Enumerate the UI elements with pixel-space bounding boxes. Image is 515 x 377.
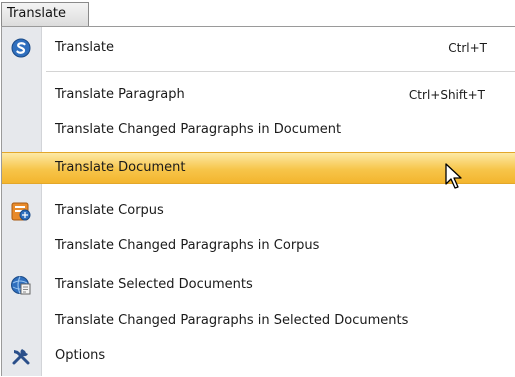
menu-item-translate-paragraph[interactable]: Translate Paragraph Ctrl+Shift+T [2, 82, 515, 108]
corpus-icon [10, 200, 32, 222]
menu-item-label: Translate Selected Documents [55, 277, 253, 292]
menu-item-translate-corpus[interactable]: Translate Corpus [2, 198, 515, 224]
menu-item-label: Translate Document [55, 160, 186, 175]
menu-item-label: Translate Corpus [55, 203, 164, 218]
tools-icon [10, 345, 32, 367]
menu-item-translate[interactable]: Translate Ctrl+T [2, 35, 515, 61]
menu-bar: Translate [0, 0, 515, 28]
menu-item-label: Options [55, 348, 106, 363]
menu-item-shortcut: Ctrl+T [448, 41, 487, 55]
menu-item-translate-changed-paragraphs-corpus[interactable]: Translate Changed Paragraphs in Corpus [2, 233, 515, 259]
menu-translate[interactable]: Translate [1, 2, 89, 26]
menu-item-translate-document[interactable]: Translate Document [2, 152, 515, 184]
menu-item-label: Translate Changed Paragraphs in Document [55, 122, 342, 137]
menu-item-label: Translate Paragraph [55, 87, 185, 102]
menu-item-label: Translate Changed Paragraphs in Corpus [55, 238, 320, 253]
menu-item-translate-changed-paragraphs-document[interactable]: Translate Changed Paragraphs in Document [2, 117, 515, 143]
menu-item-options[interactable]: Options [2, 343, 515, 369]
menu-item-translate-selected-documents[interactable]: Translate Selected Documents [2, 272, 515, 298]
menu-item-label: Translate [55, 40, 115, 55]
translate-globe-icon [10, 37, 32, 59]
translate-dropdown-menu: Translate Ctrl+T Translate Paragraph Ctr… [1, 26, 515, 376]
menu-separator [46, 71, 515, 72]
mouse-cursor-icon [445, 163, 462, 189]
menu-item-translate-changed-paragraphs-selected-documents[interactable]: Translate Changed Paragraphs in Selected… [2, 308, 515, 334]
documents-globe-icon [10, 274, 32, 296]
menu-item-label: Translate Changed Paragraphs in Selected… [55, 313, 409, 328]
menu-item-shortcut: Ctrl+Shift+T [408, 88, 485, 102]
